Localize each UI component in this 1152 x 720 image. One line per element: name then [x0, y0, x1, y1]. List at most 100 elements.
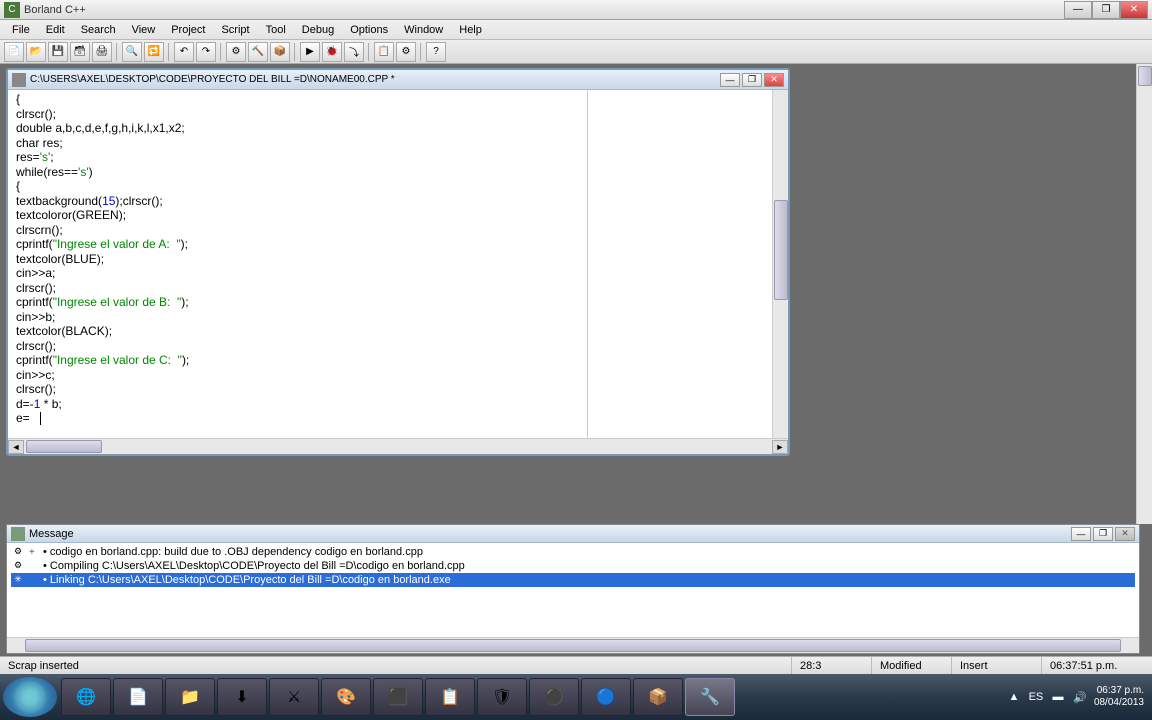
code-line[interactable]: res='s';	[16, 150, 579, 165]
message-minimize-button[interactable]: —	[1071, 527, 1091, 541]
compile-button[interactable]: ⚙	[226, 42, 246, 62]
tray-flag-icon[interactable]: ▲	[1006, 689, 1022, 705]
message-titlebar[interactable]: Message — ❐ ✕	[7, 525, 1139, 543]
saveall-button[interactable]: 🗃	[70, 42, 90, 62]
menu-options[interactable]: Options	[342, 22, 396, 38]
code-line[interactable]: char res;	[16, 136, 579, 151]
scrollbar-thumb[interactable]	[26, 440, 102, 453]
taskbar-item[interactable]: ⚔	[269, 678, 319, 716]
taskbar-item[interactable]: 📁	[165, 678, 215, 716]
editor-maximize-button[interactable]: ❐	[742, 73, 762, 87]
tray-volume-icon[interactable]: 🔊	[1072, 689, 1088, 705]
code-line[interactable]: cprintf("Ingrese el valor de B: ");	[16, 295, 579, 310]
build-button[interactable]: 🔨	[248, 42, 268, 62]
message-body[interactable]: ⚙+• codigo en borland.cpp: build due to …	[7, 543, 1139, 637]
code-line[interactable]: cin>>c;	[16, 368, 579, 383]
tray-lang[interactable]: ES	[1028, 689, 1044, 705]
replace-button[interactable]: 🔁	[144, 42, 164, 62]
menu-tool[interactable]: Tool	[258, 22, 294, 38]
scroll-left-arrow[interactable]: ◄	[8, 440, 24, 454]
workspace-vertical-scrollbar[interactable]	[1136, 64, 1152, 524]
menu-view[interactable]: View	[124, 22, 164, 38]
menu-script[interactable]: Script	[213, 22, 257, 38]
editor-close-button[interactable]: ✕	[764, 73, 784, 87]
editor-minimize-button[interactable]: —	[720, 73, 740, 87]
taskbar-item[interactable]: 📄	[113, 678, 163, 716]
code-line[interactable]: double a,b,c,d,e,f,g,h,i,k,l,x1,x2;	[16, 121, 579, 136]
message-line[interactable]: ✳ • Linking C:\Users\AXEL\Desktop\CODE\P…	[11, 573, 1135, 587]
menu-window[interactable]: Window	[396, 22, 451, 38]
minimize-button[interactable]: —	[1064, 1, 1092, 19]
make-button[interactable]: 📦	[270, 42, 290, 62]
undo-button[interactable]: ↶	[174, 42, 194, 62]
editor-titlebar[interactable]: C:\USERS\AXEL\DESKTOP\CODE\PROYECTO DEL …	[8, 70, 788, 90]
new-button[interactable]: 📄	[4, 42, 24, 62]
save-button[interactable]: 💾	[48, 42, 68, 62]
code-line[interactable]: textcoloror(GREEN);	[16, 208, 579, 223]
expand-icon[interactable]: +	[29, 547, 39, 558]
message-close-button[interactable]: ✕	[1115, 527, 1135, 541]
code-line[interactable]: {	[16, 179, 579, 194]
start-button[interactable]	[3, 677, 57, 717]
tray-network-icon[interactable]: ▬	[1050, 689, 1066, 705]
print-button[interactable]: 🖨	[92, 42, 112, 62]
tray-clock[interactable]: 06:37 p.m. 08/04/2013	[1094, 685, 1144, 709]
scrollbar-thumb[interactable]	[25, 639, 1121, 652]
step-button[interactable]: ⤵	[344, 42, 364, 62]
code-line[interactable]: while(res=='s')	[16, 165, 579, 180]
code-line[interactable]: cin>>a;	[16, 266, 579, 281]
run-button[interactable]: ▶	[300, 42, 320, 62]
code-line[interactable]: clrscr();	[16, 382, 579, 397]
menu-help[interactable]: Help	[451, 22, 490, 38]
code-line[interactable]: e=	[16, 411, 579, 426]
scrollbar-thumb[interactable]	[1138, 66, 1152, 86]
code-line[interactable]: clrscr();	[16, 339, 579, 354]
code-area[interactable]: {clrscr();double a,b,c,d,e,f,g,h,i,k,l,x…	[8, 90, 588, 438]
editor-horizontal-scrollbar[interactable]: ◄ ►	[8, 438, 788, 454]
message-horizontal-scrollbar[interactable]	[7, 637, 1139, 653]
menu-edit[interactable]: Edit	[38, 22, 73, 38]
editor-vertical-scrollbar[interactable]	[772, 90, 788, 438]
taskbar-item[interactable]: ⬇	[217, 678, 267, 716]
maximize-button[interactable]: ❐	[1092, 1, 1120, 19]
system-tray[interactable]: ▲ ES ▬ 🔊 06:37 p.m. 08/04/2013	[998, 685, 1152, 709]
options-button[interactable]: ⚙	[396, 42, 416, 62]
taskbar-item[interactable]: ⚫	[529, 678, 579, 716]
code-line[interactable]: cprintf("Ingrese el valor de C: ");	[16, 353, 579, 368]
message-line[interactable]: ⚙+• codigo en borland.cpp: build due to …	[11, 545, 1135, 559]
help-button[interactable]: ?	[426, 42, 446, 62]
open-button[interactable]: 📂	[26, 42, 46, 62]
message-badge-icon: ⚙	[11, 546, 25, 558]
taskbar-item[interactable]: 🛡	[477, 678, 527, 716]
code-line[interactable]: cprintf("Ingrese el valor de A: ");	[16, 237, 579, 252]
taskbar-item[interactable]: 🎨	[321, 678, 371, 716]
code-line[interactable]: clrscr();	[16, 281, 579, 296]
menu-debug[interactable]: Debug	[294, 22, 342, 38]
code-line[interactable]: clrscr();	[16, 107, 579, 122]
debug-button[interactable]: 🐞	[322, 42, 342, 62]
find-button[interactable]: 🔍	[122, 42, 142, 62]
menu-file[interactable]: File	[4, 22, 38, 38]
taskbar-item[interactable]: 📦	[633, 678, 683, 716]
taskbar-item[interactable]: 🌐	[61, 678, 111, 716]
message-maximize-button[interactable]: ❐	[1093, 527, 1113, 541]
taskbar-item[interactable]: ⬛	[373, 678, 423, 716]
code-line[interactable]: textcolor(BLUE);	[16, 252, 579, 267]
code-line[interactable]: d=-1 * b;	[16, 397, 579, 412]
code-line[interactable]: {	[16, 92, 579, 107]
code-line[interactable]: cin>>b;	[16, 310, 579, 325]
code-line[interactable]: textcolor(BLACK);	[16, 324, 579, 339]
project-button[interactable]: 📋	[374, 42, 394, 62]
taskbar-item[interactable]: 📋	[425, 678, 475, 716]
redo-button[interactable]: ↷	[196, 42, 216, 62]
code-line[interactable]: clrscrn();	[16, 223, 579, 238]
taskbar-item[interactable]: 🔧	[685, 678, 735, 716]
scroll-right-arrow[interactable]: ►	[772, 440, 788, 454]
close-button[interactable]: ✕	[1120, 1, 1148, 19]
message-line[interactable]: ⚙ • Compiling C:\Users\AXEL\Desktop\CODE…	[11, 559, 1135, 573]
menu-project[interactable]: Project	[163, 22, 213, 38]
code-line[interactable]: textbackground(15);clrscr();	[16, 194, 579, 209]
menu-search[interactable]: Search	[73, 22, 124, 38]
taskbar-item[interactable]: 🔵	[581, 678, 631, 716]
scrollbar-thumb[interactable]	[774, 200, 788, 300]
